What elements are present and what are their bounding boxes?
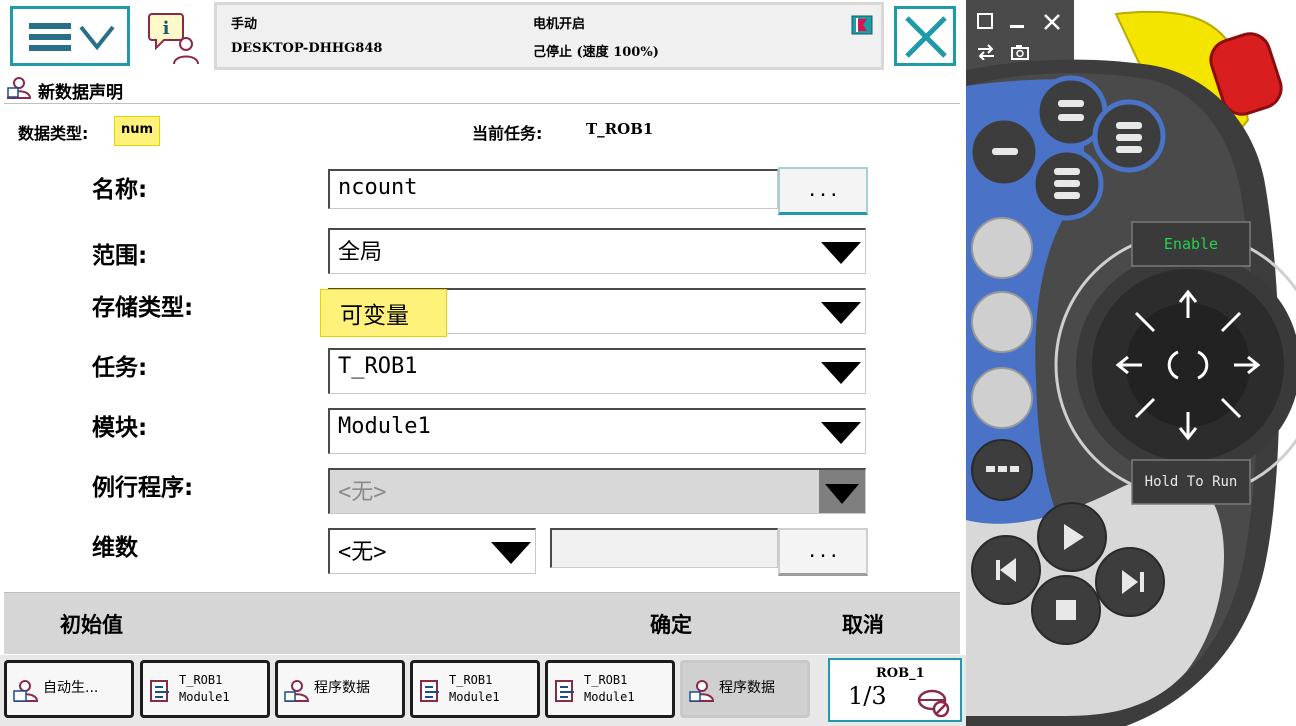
motor-status: 电机开启 [533,17,586,32]
step-forward-button[interactable] [1096,548,1164,616]
ok-button[interactable]: 确定 [650,609,692,639]
taskbar-tab-program-data-active[interactable]: 程序数据 [680,660,810,718]
chevron-down-icon [821,302,861,324]
module-label: 模块: [92,415,148,441]
joystick[interactable] [1076,253,1296,477]
name-label: 名称: [92,177,148,203]
close-icon [905,16,947,58]
program-editor-icon [555,680,574,702]
tab-label-module: Module1 [449,690,500,704]
menu-icon [29,23,115,51]
program-status: 己停止 (速度 100%) [533,45,659,60]
swap-icon[interactable] [976,44,996,60]
event-log-icon[interactable]: i [146,10,206,66]
name-ellipsis-button[interactable]: ... [778,167,868,215]
program-flag-icon [851,15,873,35]
module-dropdown[interactable]: Module1 [328,408,866,454]
svg-text:i: i [163,18,170,39]
routine-dropdown: <无> [328,468,866,514]
status-bar[interactable]: 手动 DESKTOP-DHHG848 电机开启 己停止 (速度 100%) [214,2,884,70]
stop-button[interactable] [1032,576,1100,644]
initial-value-button[interactable]: 初始值 [60,609,123,639]
chevron-down-icon [821,422,861,444]
task-value: T_ROB1 [338,354,418,379]
dimension-value: <无> [338,540,387,565]
program-editor-icon [150,680,169,702]
page-title: 新数据声明 [38,83,123,103]
operating-mode: 手动 [231,17,258,32]
abb-menu-button[interactable] [10,6,130,66]
controller-name: DESKTOP-DHHG848 [231,41,383,56]
data-type-value: num [114,116,161,146]
dimension-size-field [550,528,778,568]
dimension-ellipsis-button[interactable]: ... [778,528,868,576]
module-value: Module1 [338,414,431,439]
name-input[interactable]: ncount [328,169,778,209]
taskbar-tab-program-data-1[interactable]: 程序数据 [275,660,405,718]
data-type-label: 数据类型: [18,124,89,143]
step-backward-button[interactable] [972,536,1040,604]
taskbar-tab-program-editor-1[interactable]: T_ROB1 Module1 [140,660,270,718]
storage-type-label: 存储类型: [92,295,194,321]
chevron-down-icon [819,470,865,513]
taskbar: 自动生... T_ROB1 Module1 程序数据 T_ROB1 Module… [0,655,966,726]
production-window-icon [13,680,39,702]
close-button[interactable] [894,6,956,66]
start-button[interactable] [1038,503,1106,571]
routine-value: <无> [338,480,387,505]
tab-label: 程序数据 [314,680,370,696]
program-editor-icon [420,680,439,702]
dimension-label: 维数 [92,535,138,561]
quickset-unit: ROB_1 [876,666,925,681]
camera-icon[interactable] [1010,44,1030,60]
program-data-icon [284,680,310,702]
current-task-label: 当前任务: [472,124,543,143]
enable-label: Enable [1163,235,1219,253]
emergency-stop-button[interactable] [1216,30,1280,114]
chevron-down-icon [821,242,861,264]
tab-label-task: T_ROB1 [449,673,493,687]
tab-label: 程序数据 [719,680,775,696]
view-title-bar: 新数据声明 [4,72,960,104]
close-window-icon[interactable] [1042,12,1062,32]
quickset-button[interactable]: ROB_1 1/3 [828,658,962,722]
taskbar-tab-auto[interactable]: 自动生... [4,660,134,718]
tab-label-task: T_ROB1 [584,673,628,687]
program-data-icon [6,77,32,99]
taskbar-tab-program-editor-2[interactable]: T_ROB1 Module1 [410,660,540,718]
storage-type-value: 可变量 [340,303,409,329]
maximize-icon[interactable] [976,12,994,30]
routine-label: 例行程序: [92,475,194,501]
scope-label: 范围: [92,243,148,269]
task-label: 任务: [92,355,148,381]
chevron-down-icon [821,362,861,384]
flexpendant-screen: i 手动 DESKTOP-DHHG848 电机开启 己停止 (速度 100%) … [0,0,966,726]
jog-disabled-icon [917,689,950,718]
scope-value: 全局 [338,240,383,265]
tab-label-module: Module1 [179,690,230,704]
dimension-dropdown[interactable]: <无> [328,528,536,574]
taskbar-tab-program-editor-3[interactable]: T_ROB1 Module1 [545,660,675,718]
command-bar: 初始值 确定 取消 [4,592,960,654]
cancel-button[interactable]: 取消 [842,609,884,639]
chevron-down-icon [491,542,531,564]
current-task-value: T_ROB1 [586,120,654,138]
quickset-fraction: 1/3 [848,682,887,710]
minimize-icon[interactable] [1008,12,1026,30]
scope-dropdown[interactable]: 全局 [328,228,866,274]
task-dropdown[interactable]: T_ROB1 [328,348,866,394]
tab-label-task: T_ROB1 [179,673,223,687]
program-data-icon [689,680,715,702]
virtual-pendant-hardware: Enable Hold To Run [966,0,1296,726]
tab-label: 自动生... [43,680,99,696]
tab-label-module: Module1 [584,690,635,704]
